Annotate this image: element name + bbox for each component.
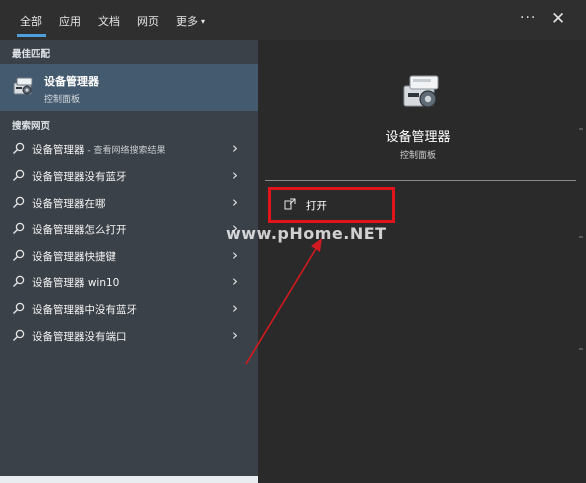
search-icon [13,249,25,261]
search-web-heading: 搜索网页 [12,121,51,132]
tab-more[interactable]: 更多 ▾ [176,13,205,29]
chevron-right-icon[interactable]: › [232,246,238,264]
search-result-label: 设备管理器 - 查看网络搜索结果 [32,142,165,157]
close-icon[interactable]: ✕ [551,9,565,29]
scroll-tick [579,348,583,350]
search-result-text: 设备管理器快捷键 [32,251,116,263]
preview-pane: 设备管理器 控制面板 打开 [258,40,578,483]
best-match-item[interactable]: 设备管理器 控制面板 [0,64,258,111]
best-match-heading: 最佳匹配 [12,49,51,60]
device-manager-icon [403,75,439,108]
chevron-down-icon: ▾ [201,17,206,26]
tab-apps[interactable]: 应用 [59,13,81,29]
scroll-tick [579,128,583,130]
search-result-suffix: - 查看网络搜索结果 [84,146,166,156]
tab-all[interactable]: 全部 [20,13,42,29]
search-result-item[interactable]: 设备管理器中没有蓝牙 › [0,296,258,322]
tab-bar: 全部 应用 文档 网页 更多 ▾ ··· ✕ [0,0,586,40]
search-result-item[interactable]: 设备管理器在哪 › [0,190,258,216]
chevron-right-icon[interactable]: › [232,272,238,290]
search-result-item[interactable]: 设备管理器 - 查看网络搜索结果 › [0,136,258,162]
search-result-text: 设备管理器怎么打开 [32,224,127,236]
device-manager-icon [13,77,33,95]
chevron-right-icon[interactable]: › [232,299,238,317]
search-result-item[interactable]: 设备管理器没有端口 › [0,323,258,349]
search-icon [13,196,25,208]
search-result-item[interactable]: 设备管理器没有蓝牙 › [0,163,258,189]
selected-tab-indicator [17,34,46,37]
search-result-text: 设备管理器 [32,144,85,156]
scroll-tick [579,236,583,238]
chevron-right-icon[interactable]: › [232,193,238,211]
chevron-right-icon[interactable]: › [232,139,238,157]
search-result-item[interactable]: 设备管理器 win10 › [0,269,258,295]
preview-divider [265,180,576,181]
search-result-text: 设备管理器没有蓝牙 [32,171,127,183]
preview-subtitle: 控制面板 [399,151,436,161]
tab-more-label: 更多 [176,15,198,28]
search-result-item[interactable]: 设备管理器快捷键 › [0,243,258,269]
search-icon [13,329,25,341]
search-window: 全部 应用 文档 网页 更多 ▾ ··· ✕ 最佳匹配 设备管理器 控制面板 搜索… [0,0,586,483]
search-icon [13,275,25,287]
search-icon [13,222,25,234]
search-icon [13,169,25,181]
search-icon [13,302,25,314]
preview-title: 设备管理器 [385,130,451,145]
search-result-item[interactable]: 设备管理器怎么打开 › [0,216,258,242]
search-result-text: 设备管理器在哪 [32,198,106,210]
best-match-title: 设备管理器 [44,75,99,88]
best-match-subtitle: 控制面板 [44,95,81,105]
search-icon [13,142,25,154]
search-result-text: 设备管理器 win10 [32,277,120,289]
highlight-box [268,187,395,223]
search-result-text: 设备管理器没有端口 [32,331,127,343]
search-box-edge [0,476,258,483]
search-result-text: 设备管理器中没有蓝牙 [32,304,137,316]
tab-documents[interactable]: 文档 [98,13,120,29]
more-options-icon[interactable]: ··· [520,10,536,26]
tab-web[interactable]: 网页 [137,13,159,29]
watermark: www.pHome.NET [226,224,387,243]
results-pane: 最佳匹配 设备管理器 控制面板 搜索网页 设备管理器 - 查看网络搜索结果 › … [0,40,258,483]
chevron-right-icon[interactable]: › [232,326,238,344]
scrollbar[interactable] [578,40,586,483]
chevron-right-icon[interactable]: › [232,166,238,184]
